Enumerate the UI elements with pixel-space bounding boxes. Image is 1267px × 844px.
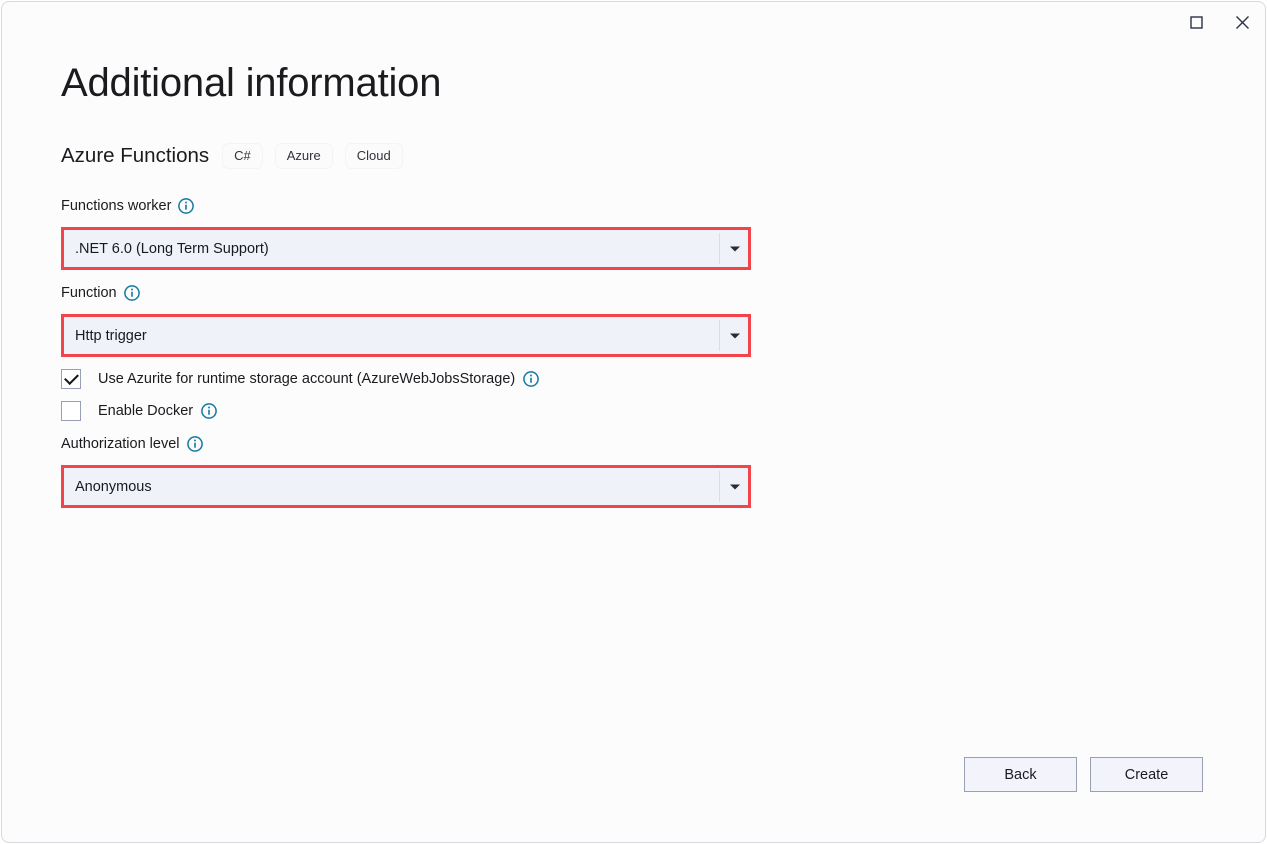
dialog-window: Additional information Azure Functions C…: [1, 1, 1266, 843]
functions-worker-highlight: .NET 6.0 (Long Term Support): [61, 227, 751, 270]
function-label: Function: [61, 283, 140, 303]
dropdown-separator: [719, 233, 720, 264]
function-value: Http trigger: [64, 328, 147, 344]
maximize-button[interactable]: [1173, 2, 1219, 42]
page-title: Additional information: [61, 56, 441, 110]
authorization-level-value: Anonymous: [64, 479, 152, 495]
authorization-level-label: Authorization level: [61, 434, 203, 454]
enable-docker-label: Enable Docker: [98, 403, 217, 419]
maximize-icon: [1190, 16, 1203, 29]
functions-worker-dropdown[interactable]: .NET 6.0 (Long Term Support): [64, 230, 748, 267]
info-icon[interactable]: [178, 198, 194, 214]
close-button[interactable]: [1219, 2, 1265, 42]
use-azurite-row[interactable]: Use Azurite for runtime storage account …: [61, 368, 539, 390]
dropdown-separator: [719, 471, 720, 502]
enable-docker-label-text: Enable Docker: [98, 403, 193, 419]
chevron-down-icon[interactable]: [730, 246, 740, 251]
close-icon: [1235, 15, 1250, 30]
use-azurite-label-text: Use Azurite for runtime storage account …: [98, 371, 515, 387]
footer-buttons: Back Create: [964, 757, 1203, 792]
enable-docker-row[interactable]: Enable Docker: [61, 400, 217, 422]
template-name: Azure Functions: [61, 144, 209, 168]
authorization-level-highlight: Anonymous: [61, 465, 751, 508]
authorization-level-dropdown[interactable]: Anonymous: [64, 468, 748, 505]
tag-category: Cloud: [346, 144, 402, 168]
back-button[interactable]: Back: [964, 757, 1077, 792]
use-azurite-label: Use Azurite for runtime storage account …: [98, 371, 539, 387]
function-highlight: Http trigger: [61, 314, 751, 357]
info-icon[interactable]: [124, 285, 140, 301]
info-icon[interactable]: [187, 436, 203, 452]
chevron-down-icon[interactable]: [730, 484, 740, 489]
functions-worker-label: Functions worker: [61, 196, 194, 216]
function-dropdown[interactable]: Http trigger: [64, 317, 748, 354]
functions-worker-label-text: Functions worker: [61, 198, 171, 214]
functions-worker-value: .NET 6.0 (Long Term Support): [64, 241, 269, 257]
tag-language: C#: [223, 144, 262, 168]
template-summary: Azure Functions C# Azure Cloud: [61, 141, 402, 171]
enable-docker-checkbox[interactable]: [61, 401, 81, 421]
authorization-level-label-text: Authorization level: [61, 436, 180, 452]
info-icon[interactable]: [523, 371, 539, 387]
use-azurite-checkbox[interactable]: [61, 369, 81, 389]
dropdown-separator: [719, 320, 720, 351]
info-icon[interactable]: [201, 403, 217, 419]
function-label-text: Function: [61, 285, 117, 301]
window-title-bar: [1173, 2, 1265, 42]
chevron-down-icon[interactable]: [730, 333, 740, 338]
tag-platform: Azure: [276, 144, 332, 168]
create-button[interactable]: Create: [1090, 757, 1203, 792]
